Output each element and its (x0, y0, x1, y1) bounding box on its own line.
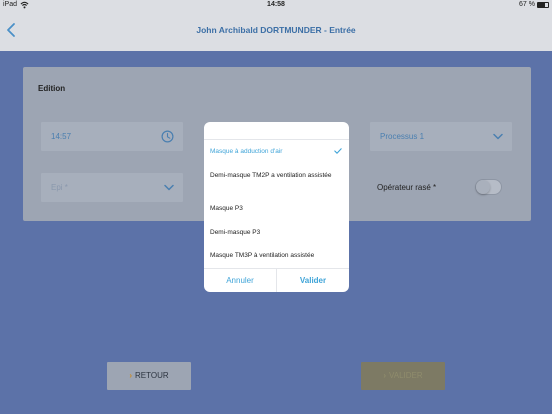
time-field[interactable]: 14:57 (41, 122, 183, 151)
divider (204, 139, 349, 140)
page-title: John Archibald DORTMUNDER - Entrée (196, 25, 356, 35)
back-button[interactable]: › RETOUR (107, 362, 191, 390)
picker-option[interactable]: Demi-masque TM2P a ventilation assistée (210, 171, 342, 180)
picker-option[interactable]: Masque P3 (210, 204, 342, 213)
submit-button-label: VALIDER (389, 371, 423, 380)
shaved-operator-label: Opérateur rasé * (377, 183, 437, 192)
back-button-label: RETOUR (135, 371, 169, 380)
option-label: Masque TM3P à ventilation assistée (210, 252, 315, 259)
navigation-bar: John Archibald DORTMUNDER - Entrée (0, 11, 552, 51)
picker-confirm-button[interactable]: Valider (277, 276, 349, 285)
submit-button[interactable]: › VALIDER (361, 362, 445, 390)
card-heading: Edition (38, 84, 66, 93)
chevron-right-icon: › (383, 371, 387, 380)
battery-icon (537, 2, 549, 8)
picker-option[interactable]: Masque à adduction d'air (210, 147, 342, 156)
chevron-down-icon (164, 184, 174, 191)
picker-option[interactable]: Demi-masque P3 (210, 228, 342, 237)
option-label: Demi-masque P3 (210, 229, 261, 236)
status-time: 14:58 (267, 1, 285, 8)
epi-picker-popover: Masque à adduction d'air Demi-masque TM2… (204, 122, 349, 292)
picker-cancel-button[interactable]: Annuler (204, 276, 276, 285)
epi-select[interactable]: Epi * (41, 173, 183, 202)
option-label: Masque à adduction d'air (210, 148, 283, 155)
picker-option[interactable]: Masque TM3P à ventilation assistée (210, 251, 342, 260)
option-label: Masque P3 (210, 205, 243, 212)
status-bar: iPad 14:58 67 % (0, 0, 552, 11)
process-select[interactable]: Processus 1 (370, 122, 512, 151)
checkmark-icon (334, 148, 342, 154)
process-value: Processus 1 (380, 132, 425, 141)
time-value: 14:57 (51, 132, 72, 141)
epi-placeholder: Epi * (51, 183, 68, 192)
shaved-operator-toggle[interactable] (475, 179, 502, 195)
clock-icon (161, 130, 174, 143)
battery-percent: 67 % (519, 1, 535, 8)
option-label: Demi-masque TM2P a ventilation assistée (210, 172, 332, 179)
toggle-knob (476, 180, 490, 194)
chevron-down-icon (493, 133, 503, 140)
chevron-right-icon: › (129, 371, 133, 380)
